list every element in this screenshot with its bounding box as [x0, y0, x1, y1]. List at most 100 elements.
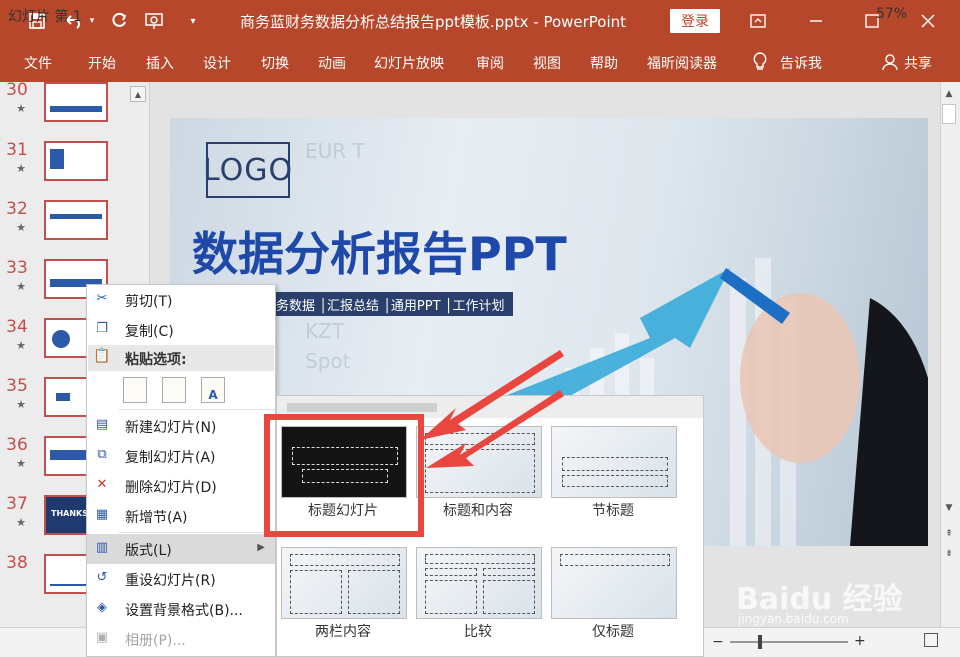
menu-separator	[119, 532, 275, 533]
slide-number: 33	[6, 258, 28, 278]
tab-foxit[interactable]: 福昕阅读器	[647, 53, 717, 73]
present-icon[interactable]	[142, 8, 168, 34]
annotation-arrows	[420, 350, 564, 468]
slide-title[interactable]: 数据分析报告PPT	[192, 218, 567, 284]
tell-me-search[interactable]: 告诉我	[780, 53, 822, 73]
slide-number: 30	[6, 80, 28, 100]
paste-text-only-icon[interactable]: A	[201, 377, 225, 403]
ribbon-tabs: 文件 开始 插入 设计 切换 动画 幻灯片放映 审阅 视图 帮助 福昕阅读器 告…	[0, 42, 960, 82]
menu-item-layout[interactable]: ▥ 版式(L) ▶	[87, 534, 275, 564]
reset-slide-icon: ↺	[96, 570, 108, 585]
layout-comparison[interactable]	[416, 547, 542, 619]
tab-help[interactable]: 帮助	[590, 53, 618, 73]
animation-star-icon: ★	[16, 516, 26, 529]
scissors-icon: ✂	[96, 291, 108, 306]
menu-item-format-background[interactable]: ◈ 设置背景格式(B)...	[87, 594, 275, 624]
tab-file[interactable]: 文件	[24, 53, 52, 73]
thumbnail-text: THANKS	[51, 509, 88, 518]
previous-slide-icon[interactable]: ⇞	[942, 526, 956, 542]
tab-insert[interactable]: 插入	[146, 53, 174, 73]
layout-label: 仅标题	[592, 624, 634, 640]
share-button[interactable]: 共享	[904, 53, 932, 73]
menu-item-new-slide[interactable]: ▤ 新建幻灯片(N)	[87, 411, 275, 441]
slide-number: 36	[6, 435, 28, 455]
animation-star-icon: ★	[16, 102, 26, 115]
slide-number: 35	[6, 376, 28, 396]
slide-thumbnail-30[interactable]	[44, 82, 108, 122]
menu-item-photo-album: ▣ 相册(P)...	[87, 624, 275, 654]
new-slide-icon: ▤	[95, 417, 109, 432]
baidu-watermark-url: jingyan.baidu.com	[738, 612, 849, 626]
layout-icon: ▥	[95, 540, 109, 555]
slide-number: 38	[6, 553, 28, 573]
animation-star-icon: ★	[16, 221, 26, 234]
scroll-up-icon[interactable]: ▲	[942, 86, 956, 102]
zoom-out-icon[interactable]: −	[712, 634, 724, 650]
photo-album-icon: ▣	[95, 630, 109, 645]
paste-icon: 📋	[93, 348, 111, 364]
zoom-slider-thumb[interactable]	[758, 635, 762, 649]
copy-icon: ❐	[96, 321, 108, 336]
menu-item-duplicate-slide[interactable]: ⧉ 复制幻灯片(A)	[87, 441, 275, 471]
scroll-down-icon[interactable]: ▼	[942, 500, 956, 516]
svg-text:Spot: Spot	[305, 349, 351, 373]
redo-icon[interactable]	[106, 8, 132, 34]
fit-to-window-icon[interactable]	[924, 633, 938, 647]
context-menu: ✂ 剪切(T) ❐ 复制(C) 📋 粘贴选项: A ▤ 新建幻灯片(N) ⧉ 复…	[86, 284, 276, 657]
menu-item-add-section[interactable]: ▦ 新增节(A)	[87, 501, 275, 531]
tab-transitions[interactable]: 切换	[261, 53, 289, 73]
menu-item-cut[interactable]: ✂ 剪切(T)	[87, 285, 275, 315]
ribbon-display-icon[interactable]	[742, 6, 774, 36]
slide-thumbnail-31[interactable]	[44, 141, 108, 181]
format-background-icon: ◈	[97, 600, 107, 615]
slide-number: 31	[6, 140, 28, 160]
selection-highlight-frame	[264, 414, 424, 537]
close-icon[interactable]	[912, 6, 944, 36]
add-section-icon: ▦	[95, 507, 109, 522]
menu-item-delete-slide[interactable]: ✕ 删除幻灯片(D)	[87, 471, 275, 501]
slide-counter: 幻灯片 第 1	[8, 9, 82, 25]
svg-text:EUR T: EUR T	[305, 139, 366, 163]
slide-number: 34	[6, 317, 28, 337]
login-button[interactable]: 登录	[670, 9, 720, 33]
zoom-in-icon[interactable]: +	[854, 633, 866, 649]
animation-star-icon: ★	[16, 162, 26, 175]
layout-title-only[interactable]	[551, 547, 677, 619]
animation-star-icon: ★	[16, 457, 26, 470]
animation-star-icon: ★	[16, 339, 26, 352]
slide-logo-box[interactable]: LOGO	[203, 142, 292, 198]
tab-slideshow[interactable]: 幻灯片放映	[374, 53, 444, 73]
menu-item-reset-slide[interactable]: ↺ 重设幻灯片(R)	[87, 564, 275, 594]
tab-animations[interactable]: 动画	[318, 53, 346, 73]
tab-review[interactable]: 审阅	[476, 53, 504, 73]
next-slide-icon[interactable]: ⇟	[942, 546, 956, 562]
lightbulb-icon[interactable]	[752, 52, 768, 76]
paste-keep-theme-icon[interactable]	[123, 377, 147, 403]
layout-two-content[interactable]	[281, 547, 407, 619]
thumbnail-scroll-up[interactable]: ▲	[130, 86, 146, 102]
slide-subtitle-tags[interactable]: 务数据 │汇报总结 │通用PPT │工作计划	[268, 292, 513, 316]
menu-separator	[119, 409, 275, 410]
tab-design[interactable]: 设计	[203, 53, 231, 73]
undo-dropdown-icon[interactable]: ▾	[86, 8, 98, 34]
zoom-level[interactable]: 57%	[876, 6, 907, 22]
scroll-thumb[interactable]	[942, 104, 956, 124]
submenu-arrow-icon: ▶	[257, 542, 265, 553]
share-person-icon[interactable]	[882, 53, 900, 75]
title-bar: ▾ ▾ 商务蓝财务数据分析总结报告ppt模板.pptx - PowerPoint…	[0, 0, 960, 42]
minimize-icon[interactable]	[800, 6, 832, 36]
slide-number: 32	[6, 199, 28, 219]
menu-item-copy[interactable]: ❐ 复制(C)	[87, 315, 275, 345]
delete-slide-icon: ✕	[96, 477, 108, 492]
paste-options-header: 📋 粘贴选项:	[88, 345, 274, 371]
tab-home[interactable]: 开始	[88, 53, 116, 73]
svg-text:KZT: KZT	[305, 319, 345, 343]
animation-star-icon: ★	[16, 398, 26, 411]
zoom-slider[interactable]	[730, 641, 848, 643]
duplicate-slide-icon: ⧉	[97, 447, 107, 462]
layout-label: 节标题	[592, 503, 634, 519]
slide-thumbnail-32[interactable]	[44, 200, 108, 240]
customize-icon[interactable]: ▾	[180, 8, 206, 34]
tab-view[interactable]: 视图	[533, 53, 561, 73]
paste-keep-format-icon[interactable]	[162, 377, 186, 403]
